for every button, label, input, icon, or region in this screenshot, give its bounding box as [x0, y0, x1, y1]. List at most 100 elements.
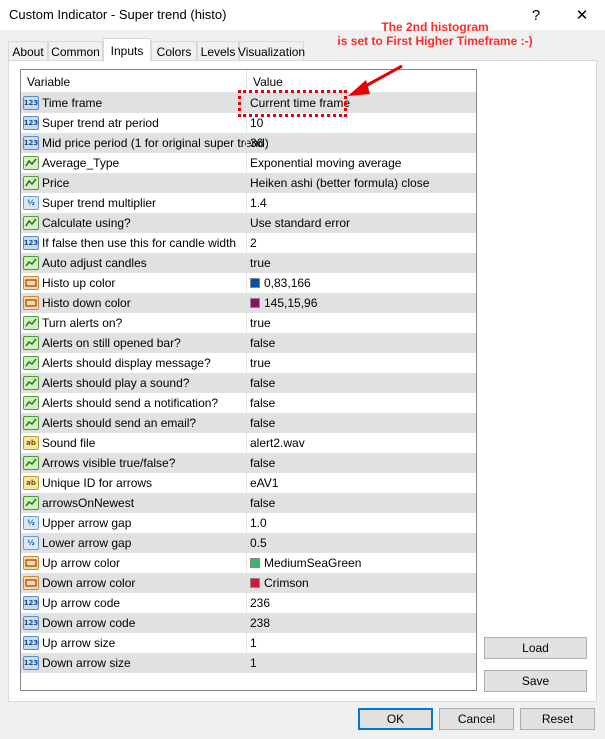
tab-visualization[interactable]: Visualization: [238, 41, 305, 61]
table-row[interactable]: Alerts should play a sound? false: [21, 373, 476, 393]
column-separator: [246, 393, 247, 413]
integer-icon: 123: [23, 656, 39, 670]
color-icon: [23, 296, 39, 310]
variable-name: Auto adjust candles: [42, 256, 147, 270]
table-row[interactable]: ½ Super trend multiplier 1.4: [21, 193, 476, 213]
color-swatch: [250, 558, 260, 568]
variable-name: Up arrow size: [42, 636, 116, 650]
column-separator: [246, 553, 247, 573]
table-row[interactable]: 123 Down arrow code 238: [21, 613, 476, 633]
variable-value[interactable]: true: [250, 316, 271, 330]
save-button[interactable]: Save: [484, 670, 587, 692]
table-row[interactable]: Calculate using? Use standard error: [21, 213, 476, 233]
table-row[interactable]: Histo down color 145,15,96: [21, 293, 476, 313]
header-value: Value: [253, 75, 283, 89]
variable-value[interactable]: false: [250, 336, 275, 350]
variable-value[interactable]: 1.0: [250, 516, 267, 530]
variable-value[interactable]: false: [250, 416, 275, 430]
table-row[interactable]: Auto adjust candles true: [21, 253, 476, 273]
variable-value[interactable]: alert2.wav: [250, 436, 305, 450]
value-text: 1.0: [250, 516, 267, 530]
variable-value[interactable]: eAV1: [250, 476, 278, 490]
variable-value[interactable]: Exponential moving average: [250, 156, 401, 170]
variable-name: Super trend atr period: [42, 116, 159, 130]
variable-name: Mid price period (1 for original super t…: [42, 136, 269, 150]
variable-value[interactable]: 238: [250, 616, 270, 630]
value-text: false: [250, 336, 276, 350]
tab-colors[interactable]: Colors: [151, 41, 197, 61]
inputs-grid: Variable Value 123 Time frame Current time…: [20, 69, 477, 691]
value-text: false: [250, 496, 276, 510]
variable-name: Histo down color: [42, 296, 131, 310]
table-row[interactable]: 123 Up arrow size 1: [21, 633, 476, 653]
tab-about[interactable]: About: [8, 41, 48, 61]
variable-value[interactable]: true: [250, 256, 271, 270]
boolean-icon: [23, 336, 39, 350]
variable-name: Calculate using?: [42, 216, 131, 230]
table-row[interactable]: ab Sound file alert2.wav: [21, 433, 476, 453]
table-row[interactable]: Up arrow color MediumSeaGreen: [21, 553, 476, 573]
tab-common[interactable]: Common: [48, 41, 103, 61]
variable-name: Unique ID for arrows: [42, 476, 153, 490]
table-row[interactable]: Histo up color 0,83,166: [21, 273, 476, 293]
table-row[interactable]: 123 Mid price period (1 for original supe…: [21, 133, 476, 153]
variable-value[interactable]: 1: [250, 636, 257, 650]
column-separator: [246, 153, 247, 173]
column-separator: [246, 453, 247, 473]
close-button[interactable]: ✕: [559, 0, 605, 30]
double-icon: ½: [23, 536, 39, 550]
value-text: false: [250, 456, 276, 470]
load-button[interactable]: Load: [484, 637, 587, 659]
variable-value[interactable]: 10: [250, 116, 263, 130]
variable-value[interactable]: 236: [250, 596, 270, 610]
tab-levels[interactable]: Levels: [197, 41, 239, 61]
boolean-icon: [23, 256, 39, 270]
table-row[interactable]: Alerts on still opened bar? false: [21, 333, 476, 353]
cancel-button[interactable]: Cancel: [439, 708, 514, 730]
color-swatch: [250, 298, 260, 308]
column-separator: [246, 313, 247, 333]
table-row[interactable]: Average_Type Exponential moving average: [21, 153, 476, 173]
variable-value[interactable]: 1: [250, 656, 257, 670]
ok-button[interactable]: OK: [358, 708, 433, 730]
variable-value[interactable]: MediumSeaGreen: [250, 556, 361, 570]
variable-value[interactable]: 1.4: [250, 196, 267, 210]
table-row[interactable]: Alerts should send a notification? false: [21, 393, 476, 413]
table-row[interactable]: Arrows visible true/false? false: [21, 453, 476, 473]
table-row[interactable]: 123 Up arrow code 236: [21, 593, 476, 613]
color-swatch: [250, 278, 260, 288]
table-row[interactable]: ½ Lower arrow gap 0.5: [21, 533, 476, 553]
variable-value[interactable]: 145,15,96: [250, 296, 317, 310]
reset-button[interactable]: Reset: [520, 708, 595, 730]
column-separator: [246, 353, 247, 373]
variable-value[interactable]: Crimson: [250, 576, 309, 590]
table-row[interactable]: 123 If false then use this for candle wid…: [21, 233, 476, 253]
table-row[interactable]: Down arrow color Crimson: [21, 573, 476, 593]
variable-value[interactable]: 36: [250, 136, 263, 150]
variable-value[interactable]: false: [250, 456, 275, 470]
variable-value[interactable]: Heiken ashi (better formula) close: [250, 176, 429, 190]
variable-value[interactable]: 0.5: [250, 536, 267, 550]
boolean-icon: [23, 316, 39, 330]
table-row[interactable]: Alerts should display message? true: [21, 353, 476, 373]
table-row[interactable]: ½ Upper arrow gap 1.0: [21, 513, 476, 533]
variable-value[interactable]: 0,83,166: [250, 276, 311, 290]
variable-value[interactable]: 2: [250, 236, 257, 250]
integer-icon: 123: [23, 596, 39, 610]
tab-inputs[interactable]: Inputs: [103, 38, 151, 62]
variable-value[interactable]: false: [250, 496, 275, 510]
value-text: 0.5: [250, 536, 267, 550]
value-text: alert2.wav: [250, 436, 305, 450]
table-row[interactable]: 123 Down arrow size 1: [21, 653, 476, 673]
variable-value[interactable]: true: [250, 356, 271, 370]
variable-value[interactable]: false: [250, 396, 275, 410]
table-row[interactable]: ab Unique ID for arrows eAV1: [21, 473, 476, 493]
grid-rows: 123 Time frame Current time frame 123 Super …: [21, 93, 476, 673]
table-row[interactable]: Alerts should send an email? false: [21, 413, 476, 433]
table-row[interactable]: Price Heiken ashi (better formula) close: [21, 173, 476, 193]
variable-value[interactable]: Use standard error: [250, 216, 350, 230]
table-row[interactable]: Turn alerts on? true: [21, 313, 476, 333]
string-icon: ab: [23, 436, 39, 450]
variable-value[interactable]: false: [250, 376, 275, 390]
table-row[interactable]: arrowsOnNewest false: [21, 493, 476, 513]
